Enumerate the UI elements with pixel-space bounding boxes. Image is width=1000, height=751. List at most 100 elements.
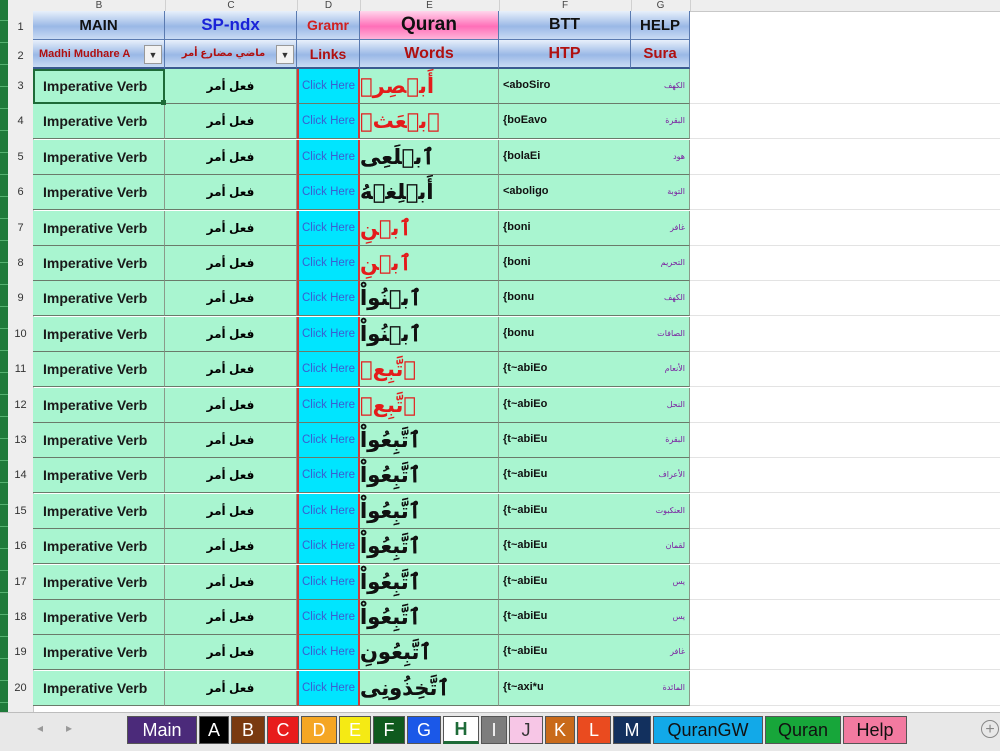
quran-word-cell[interactable]: ٱبۡلَعِى [360,140,499,175]
verb-type-cell[interactable]: فعل أمر [165,246,297,281]
translit-cell[interactable]: {t~abiEu العنكبوت [499,494,690,529]
verb-cell[interactable]: Imperative Verb [33,69,165,104]
row-number[interactable]: 11 [8,352,33,387]
click-here-link[interactable]: Click Here [297,565,360,600]
verb-type-cell[interactable]: فعل أمر [165,423,297,458]
sheet-tab-l[interactable]: L [577,716,611,744]
quran-word-cell[interactable]: ٱتَّبِعُواْ [360,529,499,564]
quran-word-cell[interactable]: ٱتَّبِعُواْ [360,565,499,600]
translit-cell[interactable]: {t~abiEu البقرة [499,423,690,458]
quran-word-cell[interactable]: أَبۡصِرۡ [360,69,499,104]
verb-type-cell[interactable]: فعل أمر [165,635,297,670]
verb-type-cell[interactable]: فعل أمر [165,600,297,635]
translit-cell[interactable]: {boni التحريم [499,246,690,281]
nav-prev-icon[interactable]: ◂ [37,721,43,735]
row-number[interactable]: 10 [8,317,33,352]
row-number[interactable]: 8 [8,246,33,281]
click-here-link[interactable]: Click Here [297,140,360,175]
quran-word-cell[interactable]: ٱتَّبِعُواْ [360,494,499,529]
sheet-tab-qurangw[interactable]: QuranGW [653,716,763,744]
click-here-link[interactable]: Click Here [297,69,360,104]
sheet-tab-d[interactable]: D [301,716,337,744]
quran-word-cell[interactable]: ٱتَّبِعُواْ [360,600,499,635]
translit-cell[interactable]: {t~abiEu يس [499,600,690,635]
sheet-tab-f[interactable]: F [373,716,405,744]
header-btt[interactable]: BTT [499,11,631,40]
row-number[interactable]: 13 [8,423,33,458]
click-here-link[interactable]: Click Here [297,529,360,564]
row-number[interactable]: 18 [8,600,33,635]
row-number[interactable]: 12 [8,388,33,423]
click-here-link[interactable]: Click Here [297,671,360,706]
verb-cell[interactable]: Imperative Verb [33,671,165,706]
verb-type-cell[interactable]: فعل أمر [165,458,297,493]
verb-type-cell[interactable]: فعل أمر [165,494,297,529]
click-here-link[interactable]: Click Here [297,458,360,493]
row-number[interactable]: 3 [8,69,33,104]
sheet-tab-a[interactable]: A [199,716,229,744]
row-number[interactable]: 7 [8,211,33,246]
verb-cell[interactable]: Imperative Verb [33,140,165,175]
header-help[interactable]: HELP [631,11,690,40]
translit-cell[interactable]: {boEavo البقرة [499,104,690,139]
verb-cell[interactable]: Imperative Verb [33,600,165,635]
quran-word-cell[interactable]: ٱبۡعَثۡ [360,104,499,139]
sheet-tab-c[interactable]: C [267,716,299,744]
click-here-link[interactable]: Click Here [297,494,360,529]
column-letter-f[interactable]: F [499,0,632,11]
click-here-link[interactable]: Click Here [297,211,360,246]
click-here-link[interactable]: Click Here [297,635,360,670]
sheet-tab-h[interactable]: H [443,716,479,744]
sheet-tab-main[interactable]: Main [127,716,197,744]
quran-word-cell[interactable]: ٱتَّبِعُواْ [360,458,499,493]
click-here-link[interactable]: Click Here [297,104,360,139]
sheet-tab-k[interactable]: K [545,716,575,744]
nav-next-icon[interactable]: ▸ [66,721,72,735]
click-here-link[interactable]: Click Here [297,175,360,210]
click-here-link[interactable]: Click Here [297,423,360,458]
header-spndx[interactable]: SP-ndx [165,11,297,40]
row-number[interactable]: 4 [8,104,33,139]
row-number[interactable]: 19 [8,635,33,670]
column-letter-g[interactable]: G [631,0,691,11]
click-here-link[interactable]: Click Here [297,600,360,635]
click-here-link[interactable]: Click Here [297,281,360,316]
row-number[interactable]: 17 [8,565,33,600]
quran-word-cell[interactable]: ٱتَّبِعۡ [360,388,499,423]
row-number[interactable]: 16 [8,529,33,564]
verb-cell[interactable]: Imperative Verb [33,281,165,316]
quran-word-cell[interactable]: ٱتَّبِعُواْ [360,423,499,458]
click-here-link[interactable]: Click Here [297,352,360,387]
translit-cell[interactable]: <aboSiro الكهف [499,69,690,104]
quran-word-cell[interactable]: ٱتَّبِعُونِ [360,635,499,670]
quran-word-cell[interactable]: ٱبۡنِ [360,211,499,246]
verb-cell[interactable]: Imperative Verb [33,635,165,670]
row-number[interactable]: 20 [8,671,33,706]
sheet-tab-b[interactable]: B [231,716,265,744]
verb-type-cell[interactable]: فعل أمر [165,140,297,175]
sheet-tab-quran[interactable]: Quran [765,716,841,744]
quran-word-cell[interactable]: ٱتَّبِعۡ [360,352,499,387]
verb-type-cell[interactable]: فعل أمر [165,529,297,564]
verb-type-cell[interactable]: فعل أمر [165,352,297,387]
verb-cell[interactable]: Imperative Verb [33,529,165,564]
row-number[interactable]: 9 [8,281,33,316]
verb-type-cell[interactable]: فعل أمر [165,671,297,706]
verb-cell[interactable]: Imperative Verb [33,104,165,139]
translit-cell[interactable]: {t~abiEu غافر [499,635,690,670]
sheet-tab-j[interactable]: J [509,716,543,744]
verb-type-cell[interactable]: فعل أمر [165,175,297,210]
verb-cell[interactable]: Imperative Verb [33,458,165,493]
translit-cell[interactable]: {bolaEi هود [499,140,690,175]
quran-word-cell[interactable]: ٱبۡنِ [360,246,499,281]
column-letter-e[interactable]: E [360,0,500,11]
translit-cell[interactable]: {t~abiEu يس [499,565,690,600]
click-here-link[interactable]: Click Here [297,388,360,423]
click-here-link[interactable]: Click Here [297,246,360,281]
verb-type-cell[interactable]: فعل أمر [165,281,297,316]
click-here-link[interactable]: Click Here [297,317,360,352]
header-quran[interactable]: Quran [360,11,499,40]
verb-type-cell[interactable]: فعل أمر [165,565,297,600]
verb-type-cell[interactable]: فعل أمر [165,388,297,423]
column-letter-d[interactable]: D [297,0,361,11]
